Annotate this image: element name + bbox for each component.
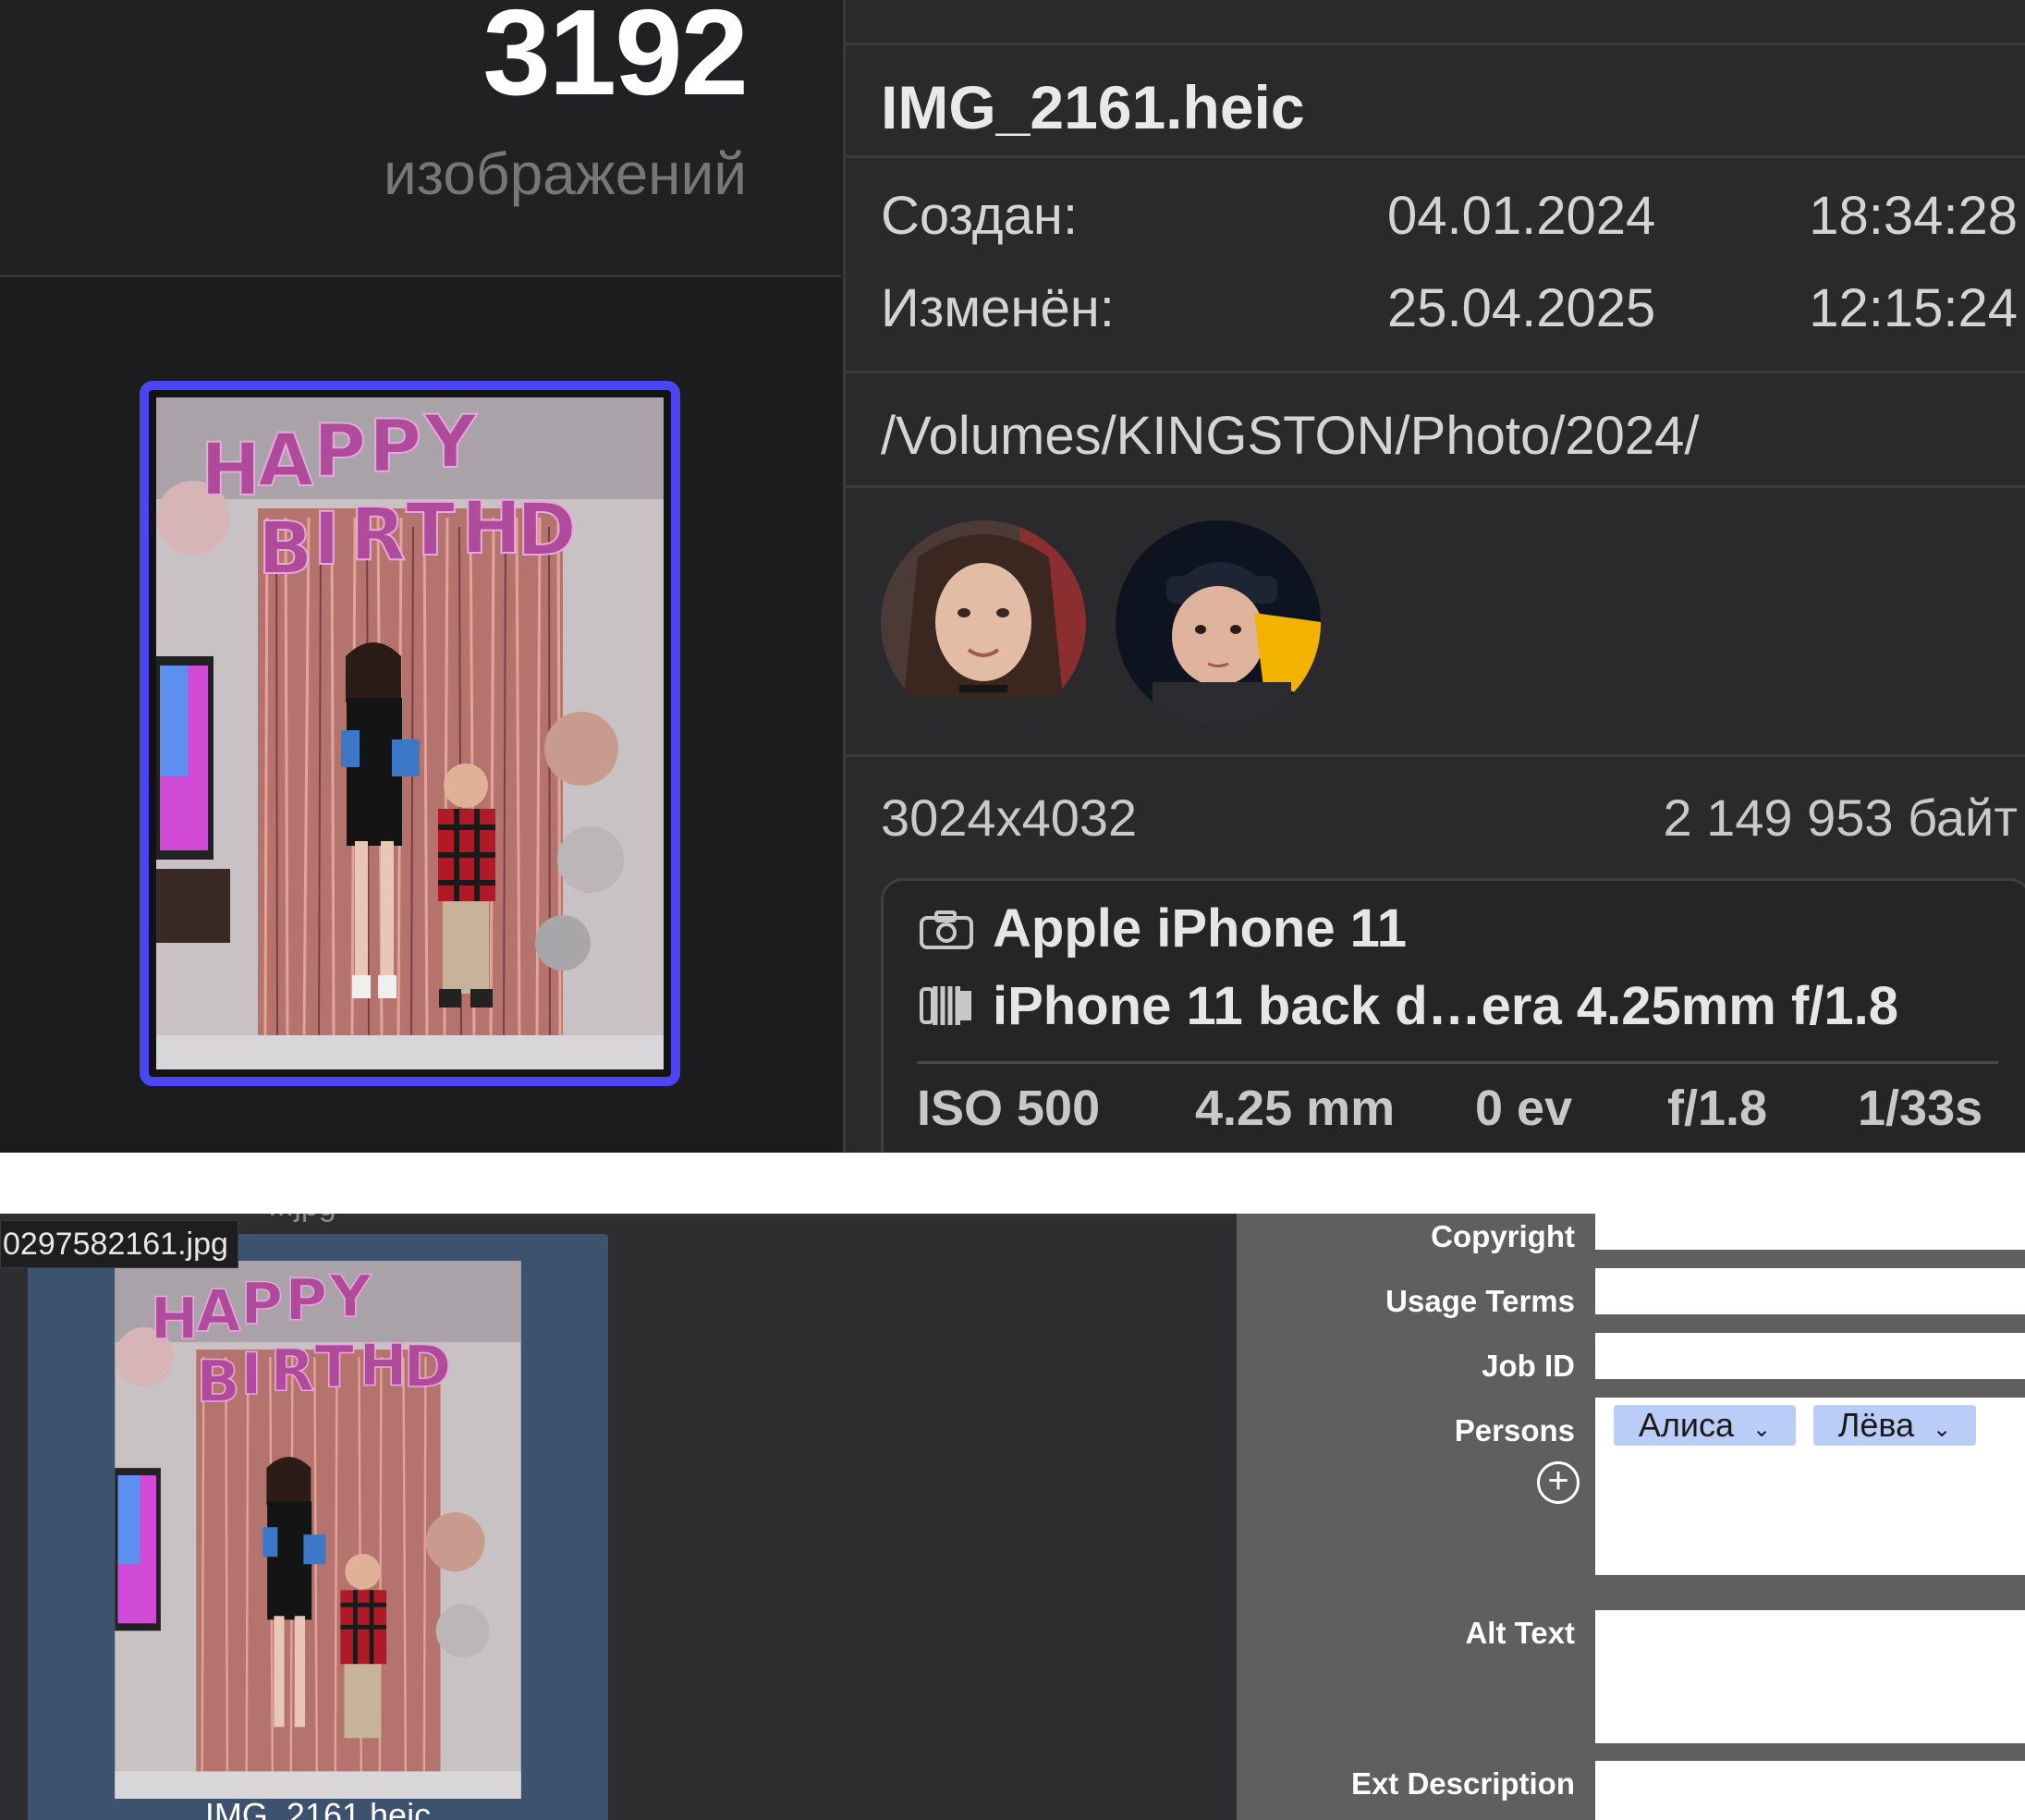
svg-text:A: A [196, 1277, 241, 1345]
svg-text:T: T [314, 1333, 354, 1400]
file-path[interactable]: /Volumes/KINGSTON/Photo/2024/ [881, 405, 1700, 467]
svg-text:Y: Y [328, 1263, 372, 1330]
modified-label: Изменён: [881, 278, 1115, 338]
copyright-field[interactable] [1595, 1214, 2025, 1250]
aperture-value: f/1.8 [1667, 1081, 1768, 1136]
divider [917, 1061, 1998, 1064]
metadata-properties-panel: Copyright Usage Terms Job ID Persons + А… [1237, 1214, 2025, 1820]
image-count: 3192 [482, 0, 749, 120]
divider [846, 371, 2025, 373]
job-id-field[interactable] [1595, 1333, 2025, 1379]
birthday-photo-thumbnail: HA P PY BIR T HD [115, 1261, 521, 1799]
svg-text:T: T [406, 489, 455, 572]
iso-value: ISO 500 [917, 1081, 1101, 1136]
svg-text:I: I [240, 1340, 262, 1408]
persons-field[interactable]: Алиса ⌄ Лёва ⌄ [1595, 1398, 2025, 1575]
exif-card: Apple iPhone 11 iPhone 11 back d…era 4.2… [881, 878, 2025, 1153]
add-person-button[interactable]: + [1537, 1461, 1580, 1504]
avatar [1116, 520, 1321, 726]
library-panel: 3192 изображений H A P P Y B I R T H D [0, 0, 841, 1153]
modified-date: 25.04.2025 [1387, 278, 1656, 338]
svg-text:B: B [196, 1348, 240, 1415]
person-avatar-alisa[interactable] [881, 520, 1086, 726]
browser-thumbnail-card[interactable]: HAP PY BIR THD IMG_2161.heic [28, 1234, 608, 1820]
alt-text-label: Alt Text [1465, 1616, 1575, 1650]
usage-terms-field[interactable] [1595, 1268, 2025, 1314]
ext-description-label: Ext Description [1350, 1766, 1575, 1801]
camera-icon [919, 901, 974, 963]
filename-tooltip: 0297582161.jpg [0, 1220, 238, 1268]
person-avatar-leva[interactable] [1116, 520, 1321, 726]
divider [846, 485, 2025, 488]
svg-text:P: P [369, 406, 421, 489]
created-date: 04.01.2024 [1387, 186, 1656, 246]
modified-time: 12:15:24 [1809, 278, 2018, 338]
chevron-down-icon: ⌄ [1933, 1417, 1952, 1442]
shutter-speed-value: 1/33s [1858, 1081, 1983, 1136]
camera-model: Apple iPhone 11 [993, 898, 1407, 959]
created-time: 18:34:28 [1809, 186, 2018, 246]
person-token-leva[interactable]: Лёва ⌄ [1813, 1405, 1976, 1446]
svg-text:H: H [359, 1331, 407, 1399]
svg-text:A: A [258, 420, 313, 503]
avatar [881, 520, 1086, 726]
divider [846, 754, 2025, 757]
birthday-photo: HA P PY BIR T HD [156, 397, 664, 1069]
image-resolution: 3024x4032 [881, 788, 1138, 847]
svg-text:H: H [201, 429, 261, 512]
svg-text:H: H [461, 487, 521, 570]
svg-text:R: R [270, 1337, 314, 1404]
info-panel: IMG_2161.heic Создан: 04.01.2024 18:34:2… [843, 0, 2025, 1153]
top-screenshot-panel: 3192 изображений H A P P Y B I R T H D I… [0, 0, 2025, 1153]
person-token-alisa[interactable]: Алиса ⌄ [1614, 1405, 1796, 1446]
svg-text:D: D [403, 1333, 451, 1400]
file-size: 2 149 953 байт [1663, 788, 2018, 847]
svg-text:Y: Y [423, 401, 478, 484]
focal-length-value: 4.25 mm [1195, 1081, 1396, 1136]
svg-text:P: P [240, 1270, 283, 1338]
divider [846, 43, 2025, 45]
svg-text:B: B [258, 507, 312, 591]
divider [846, 155, 2025, 158]
copyright-label: Copyright [1431, 1219, 1575, 1253]
lens-row: iPhone 11 back d…era 4.25mm f/1.8 [919, 975, 1898, 1041]
ext-description-field[interactable] [1595, 1761, 2025, 1820]
bottom-screenshot-panel: ...jpg 0297582161.jpg HAP PY [0, 1214, 2025, 1820]
created-label: Создан: [881, 186, 1079, 246]
svg-text:P: P [285, 1266, 327, 1334]
truncated-filename: ...jpg [268, 1214, 336, 1224]
svg-text:H: H [151, 1285, 199, 1352]
svg-text:I: I [313, 498, 340, 581]
lens-model: iPhone 11 back d…era 4.25mm f/1.8 [993, 976, 1899, 1036]
chevron-down-icon: ⌄ [1752, 1417, 1772, 1442]
image-count-label: изображений [383, 140, 747, 207]
camera-row: Apple iPhone 11 [919, 898, 1407, 963]
job-id-label: Job ID [1482, 1349, 1575, 1383]
persons-label: Persons [1454, 1413, 1575, 1447]
exposure-bias-value: 0 ev [1475, 1081, 1573, 1136]
svg-text:D: D [517, 489, 577, 572]
person-token-label: Алиса [1638, 1406, 1735, 1444]
thumbnail-filename: IMG_2161.heic [204, 1796, 432, 1820]
alt-text-field[interactable] [1595, 1610, 2025, 1743]
selected-thumbnail[interactable]: HAP PY BIR THD [140, 381, 680, 1086]
file-name: IMG_2161.heic [881, 73, 1305, 141]
person-token-label: Лёва [1837, 1406, 1915, 1444]
svg-text:R: R [350, 494, 406, 577]
svg-text:P: P [313, 410, 366, 494]
lens-icon [919, 979, 974, 1041]
usage-terms-label: Usage Terms [1385, 1284, 1575, 1318]
